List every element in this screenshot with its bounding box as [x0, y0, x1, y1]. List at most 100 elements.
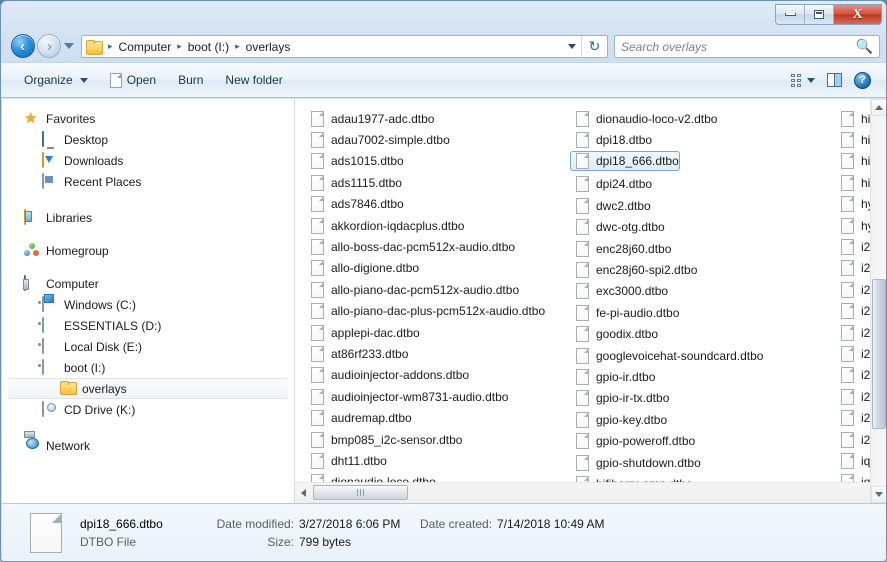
help-button[interactable]: ?	[849, 68, 876, 93]
file-item[interactable]: dpi24.dtbo	[560, 174, 825, 195]
file-name-label: gpio-key.dtbo	[596, 412, 668, 427]
close-button[interactable]: X	[834, 5, 881, 24]
horizontal-scrollbar[interactable]	[295, 482, 870, 503]
sidebar-item-network[interactable]: Network	[2, 435, 294, 456]
sidebar-item-computer[interactable]: Computer	[2, 273, 294, 294]
sidebar-item-cd-drive-k[interactable]: CD Drive (K:)	[2, 399, 294, 420]
file-name-label: gpio-shutdown.dtbo	[596, 455, 701, 470]
scroll-up-button[interactable]	[871, 99, 886, 116]
new-folder-label: New folder	[225, 73, 283, 87]
breadcrumb-computer[interactable]: Computer	[117, 40, 174, 54]
file-item[interactable]: gpio-poweroff.dtbo	[560, 430, 825, 451]
file-item[interactable]: ads1115.dtbo	[295, 172, 560, 193]
file-item[interactable]: allo-digione.dtbo	[295, 258, 560, 279]
breadcrumb-separator[interactable]: ▸	[173, 41, 186, 52]
details-pane: dpi18_666.dtbo Date modified: 3/27/2018 …	[2, 503, 886, 561]
file-item[interactable]: ads1015.dtbo	[295, 151, 560, 172]
file-item[interactable]: ads7846.dtbo	[295, 194, 560, 215]
chevron-down-icon	[807, 77, 815, 83]
preview-pane-button[interactable]	[822, 69, 847, 91]
file-item[interactable]: audremap.dtbo	[295, 407, 560, 428]
file-item[interactable]: goodix.dtbo	[560, 324, 825, 345]
file-icon	[576, 368, 589, 385]
history-dropdown-icon[interactable]	[64, 43, 74, 49]
file-icon	[841, 431, 854, 448]
sidebar-item-homegroup[interactable]: Homegroup	[2, 240, 294, 261]
breadcrumb-overlays[interactable]: overlays	[244, 40, 293, 54]
file-item[interactable]: audioinjector-addons.dtbo	[295, 365, 560, 386]
refresh-button[interactable]: ↻	[581, 36, 607, 57]
file-item[interactable]: dwc-otg.dtbo	[560, 217, 825, 238]
file-item[interactable]: dwc2.dtbo	[560, 195, 825, 216]
breadcrumb-separator[interactable]: ▸	[231, 41, 244, 52]
sidebar-item-recent-places[interactable]: Recent Places	[2, 171, 294, 192]
sidebar-item-essentials-d[interactable]: ESSENTIALS (D:)	[2, 315, 294, 336]
sidebar-item-label: Network	[46, 438, 91, 453]
file-icon	[841, 367, 854, 384]
sidebar-item-downloads[interactable]: Downloads	[2, 150, 294, 171]
file-item[interactable]: allo-piano-dac-plus-pcm512x-audio.dtbo	[295, 301, 560, 322]
sidebar-item-desktop[interactable]: Desktop	[2, 129, 294, 150]
file-icon	[841, 260, 854, 277]
breadcrumb-separator[interactable]: ▸	[104, 41, 117, 52]
back-button[interactable]: ‹	[11, 34, 35, 58]
file-icon	[576, 304, 589, 321]
file-item[interactable]: enc28j60-spi2.dtbo	[560, 259, 825, 280]
search-box[interactable]: Search overlays 🔍	[614, 35, 880, 58]
file-item[interactable]: gpio-key.dtbo	[560, 409, 825, 430]
forward-arrow-icon: ›	[47, 37, 52, 55]
maximize-button[interactable]	[805, 5, 834, 24]
file-item[interactable]: applepi-dac.dtbo	[295, 322, 560, 343]
file-item[interactable]: googlevoicehat-soundcard.dtbo	[560, 345, 825, 366]
file-name-label: fe-pi-audio.dtbo	[596, 305, 680, 320]
details-table: dpi18_666.dtbo Date modified: 3/27/2018 …	[80, 517, 604, 549]
file-item[interactable]: audioinjector-wm8731-audio.dtbo	[295, 386, 560, 407]
file-item[interactable]: allo-boss-dac-pcm512x-audio.dtbo	[295, 236, 560, 257]
file-item[interactable]: gpio-shutdown.dtbo	[560, 452, 825, 473]
new-folder-button[interactable]: New folder	[216, 69, 291, 91]
horizontal-scroll-thumb[interactable]	[313, 485, 408, 500]
sidebar-item-label: ESSENTIALS (D:)	[64, 318, 162, 333]
scroll-left-button[interactable]	[295, 484, 312, 501]
file-item[interactable]: allo-piano-dac-pcm512x-audio.dtbo	[295, 279, 560, 300]
sidebar-item-windows-c[interactable]: Windows (C:)	[2, 294, 294, 315]
file-name-label: ads1015.dtbo	[331, 154, 404, 169]
sidebar-item-local-disk-e[interactable]: Local Disk (E:)	[2, 336, 294, 357]
organize-button[interactable]: Organize	[15, 69, 97, 91]
address-bar[interactable]: ▸ Computer ▸ boot (I:) ▸ overlays ↻	[81, 35, 608, 58]
file-item[interactable]: dht11.dtbo	[295, 450, 560, 471]
minimize-button[interactable]	[776, 5, 805, 24]
file-item-selected[interactable]: dpi18_666.dtbo	[570, 150, 680, 171]
breadcrumb-boot[interactable]: boot (I:)	[186, 40, 231, 54]
change-view-button[interactable]	[786, 70, 820, 91]
file-item[interactable]: bmp085_i2c-sensor.dtbo	[295, 429, 560, 450]
details-row-bottom: DTBO File Size: 799 bytes	[80, 535, 604, 549]
vertical-scroll-thumb[interactable]	[872, 279, 886, 429]
search-input[interactable]: Search overlays	[621, 40, 856, 54]
file-item[interactable]: gpio-ir.dtbo	[560, 366, 825, 387]
file-list-pane[interactable]: adau1977-adc.dtbo adau7002-simple.dtbo ads…	[295, 99, 886, 503]
scroll-down-button[interactable]	[871, 486, 886, 503]
open-button[interactable]: Open	[101, 69, 165, 92]
address-dropdown-button[interactable]	[562, 36, 581, 57]
file-name-label: gpio-ir-tx.dtbo	[596, 391, 670, 406]
file-item[interactable]: gpio-ir-tx.dtbo	[560, 388, 825, 409]
file-item[interactable]: at86rf233.dtbo	[295, 343, 560, 364]
file-item[interactable]: fe-pi-audio.dtbo	[560, 302, 825, 323]
file-item[interactable]: dionaudio-loco-v2.dtbo	[560, 108, 825, 129]
burn-button[interactable]: Burn	[169, 69, 212, 91]
sidebar-item-boot-i[interactable]: boot (I:)	[2, 357, 294, 378]
vertical-scrollbar[interactable]	[870, 99, 886, 503]
sidebar-item-favorites[interactable]: ★ Favorites	[2, 108, 294, 129]
file-item[interactable]: exc3000.dtbo	[560, 281, 825, 302]
file-item[interactable]: dpi18.dtbo	[560, 129, 825, 150]
file-item[interactable]: adau7002-simple.dtbo	[295, 129, 560, 150]
sidebar-item-overlays[interactable]: overlays	[8, 378, 288, 399]
file-item[interactable]: enc28j60.dtbo	[560, 238, 825, 259]
sidebar-item-libraries[interactable]: Libraries	[2, 207, 294, 228]
file-item[interactable]: akkordion-iqdacplus.dtbo	[295, 215, 560, 236]
navigation-pane[interactable]: ★ Favorites Desktop Downloads Recent Pla…	[2, 99, 295, 503]
forward-button[interactable]: ›	[37, 34, 61, 58]
file-item[interactable]: adau1977-adc.dtbo	[295, 108, 560, 129]
